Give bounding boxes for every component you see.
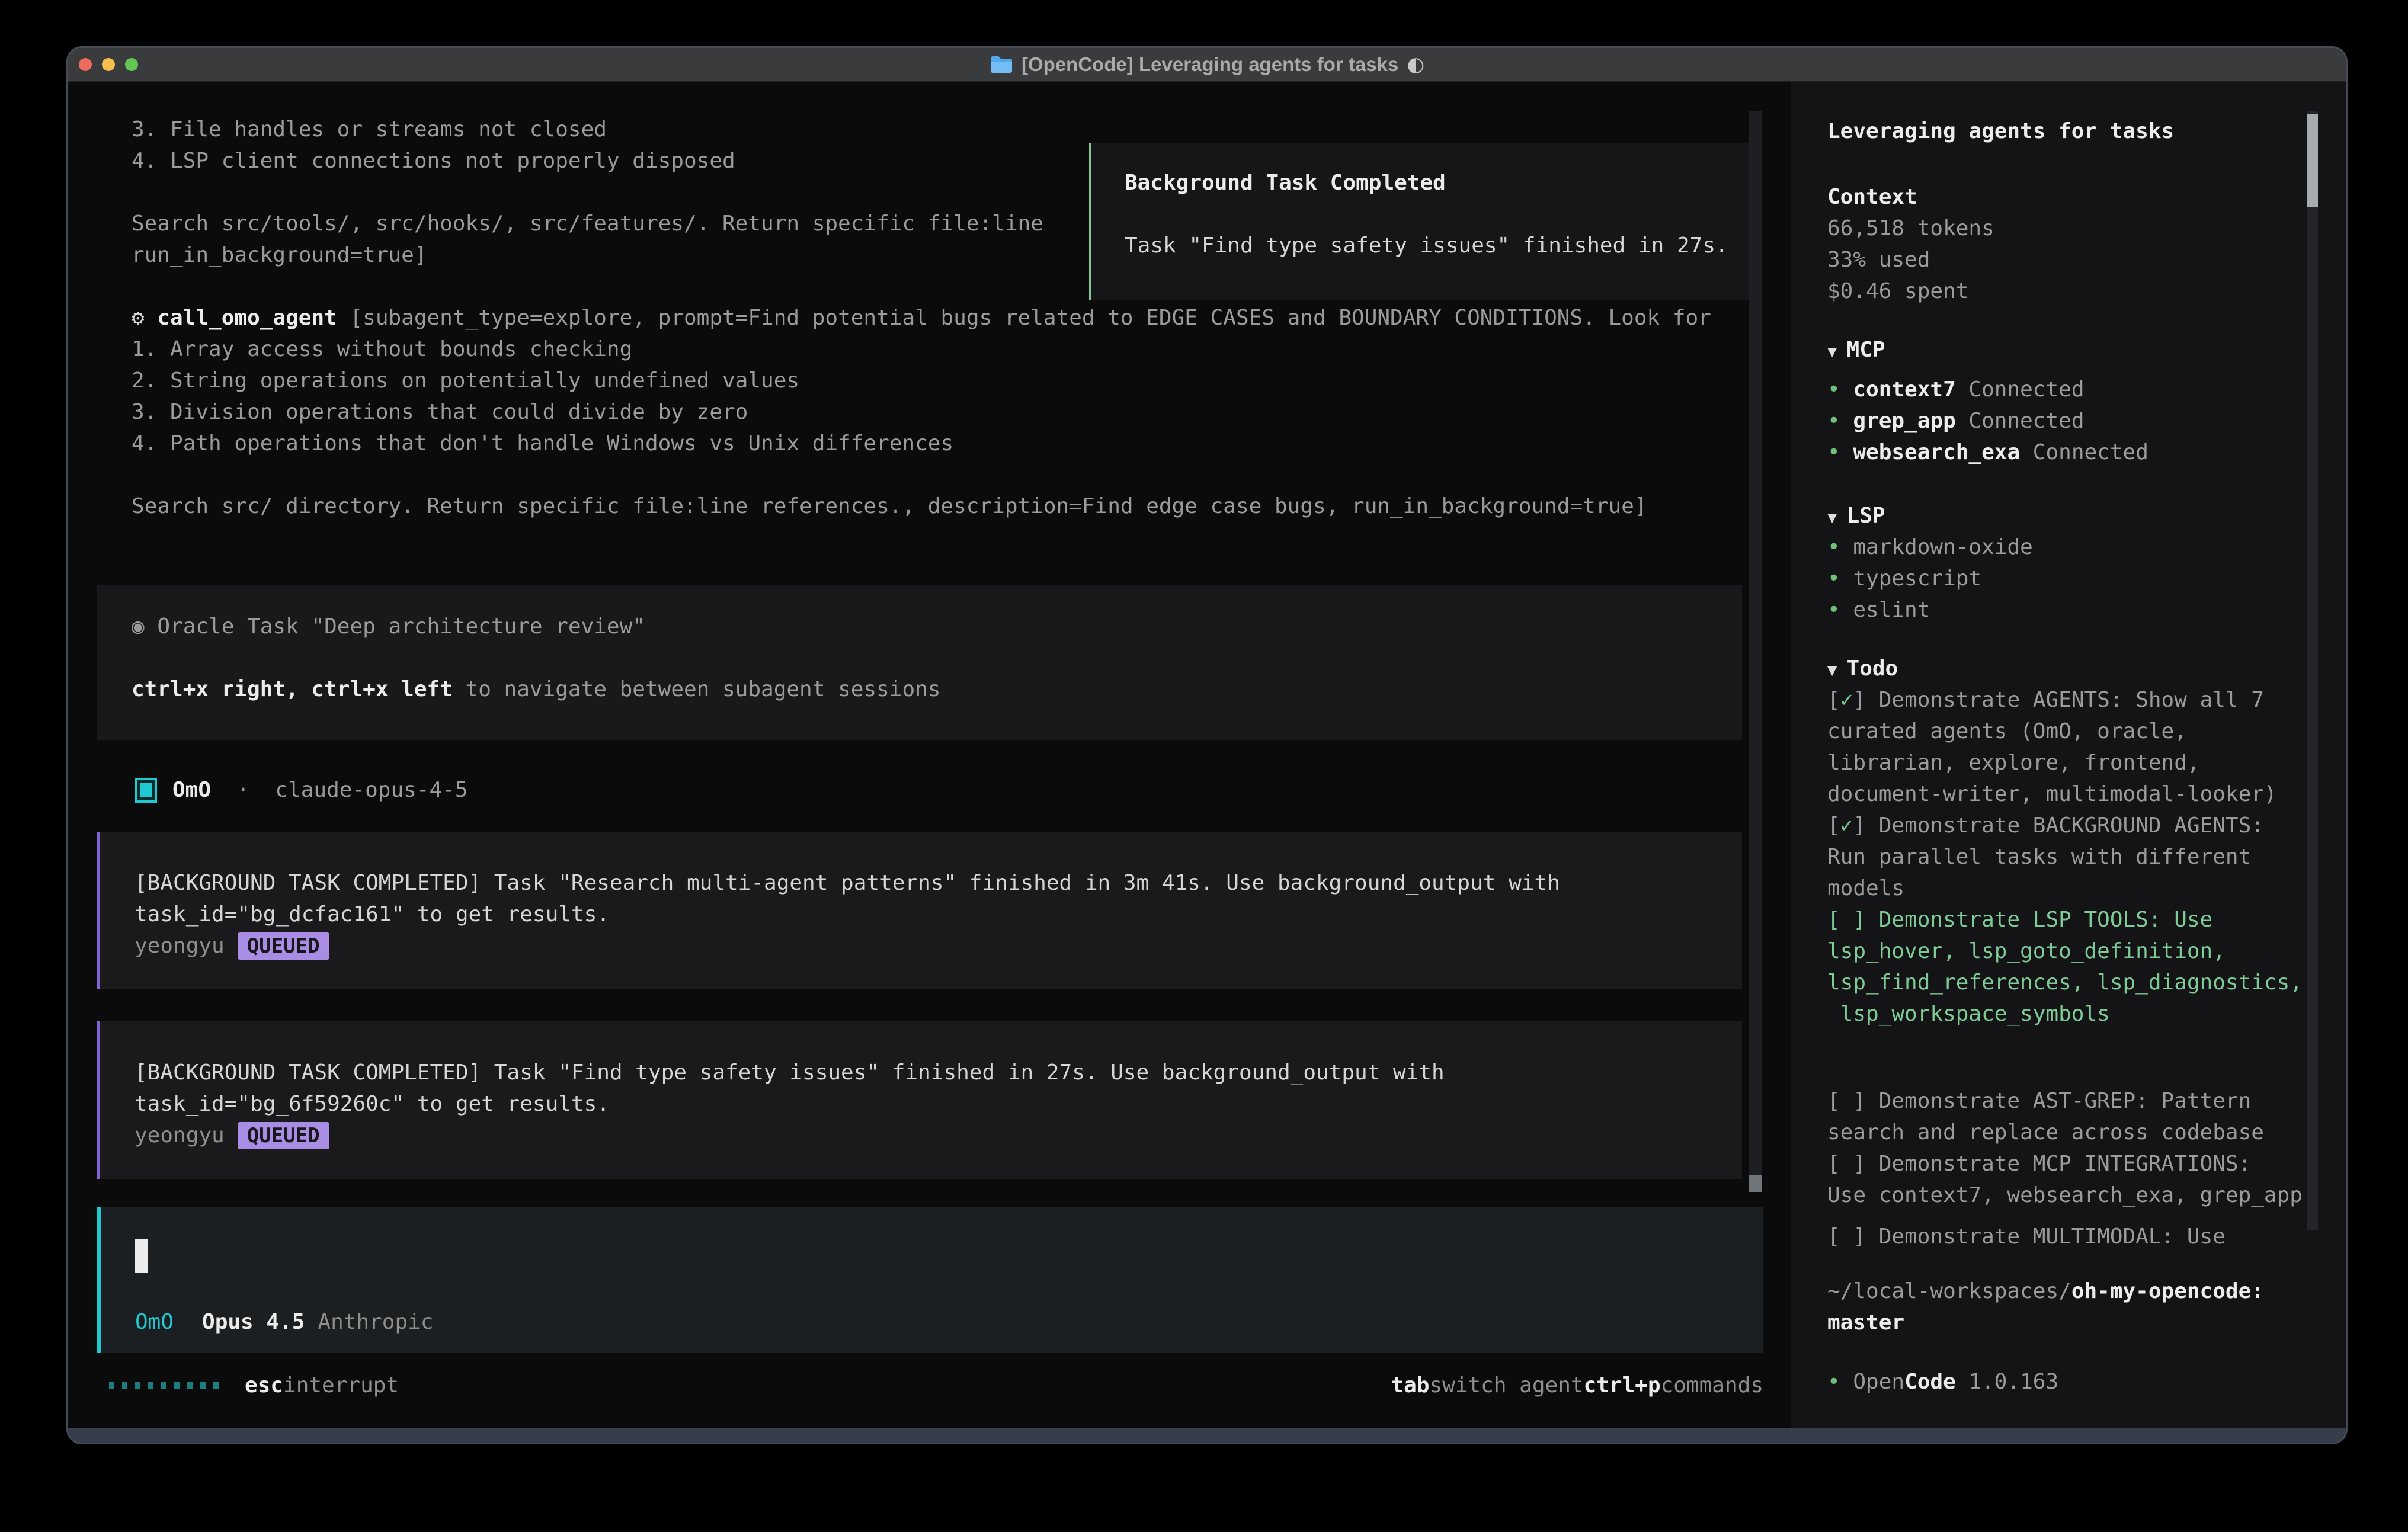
oracle-task-panel: ◉ Oracle Task "Deep architecture review"… [97,585,1742,740]
sidebar: Leveraging agents for tasks Context66,51… [1791,82,2348,1428]
agent-icon [135,778,157,803]
main-scrollbar[interactable] [1749,111,1762,1192]
activity-dot [200,1382,206,1389]
sidebar-scrollbar[interactable] [2307,111,2318,1230]
mcp-section-header[interactable]: ▼ MCP [1827,334,1885,366]
esc-key-label: interrupt [283,1373,399,1398]
agent-name: OmO [172,778,211,802]
zoom-window-button[interactable] [125,58,138,71]
activity-dot [161,1382,166,1389]
activity-dot [122,1382,127,1389]
screen: { "window": { "title": "[OpenCode] Lever… [0,0,2408,1532]
title-bar: [OpenCode] Leveraging agents for tasks ◐ [68,48,2346,82]
minimize-window-button[interactable] [102,58,115,71]
session-header: OmO · claude-opus-4-5 [135,774,468,806]
status-bar-right: tab switch agent ctrl+p commands [1391,1373,1763,1398]
lsp-section-header[interactable]: ▼ LSP [1827,500,1885,531]
context-section: Context66,518 tokens33% used$0.46 spent [1827,181,1994,307]
ctrlp-key-label: commands [1661,1373,1763,1398]
todo-list-3: [ ] Demonstrate MULTIMODAL: Use [1827,1221,2226,1252]
todo-section-header[interactable]: ▼ Todo [1827,653,1898,684]
model-row: OmO Opus 4.5 Anthropic [135,1310,434,1334]
activity-dot [148,1382,153,1389]
message-text: [BACKGROUND TASK COMPLETED] Task "Find t… [135,1057,1742,1120]
status-badge: QUEUED [238,932,329,960]
main-scrollbar-thumb[interactable] [1749,1175,1762,1192]
text-cursor [135,1239,148,1273]
activity-dot [174,1382,180,1389]
sidebar-title: Leveraging agents for tasks [1827,116,2174,147]
session-indicator-icon: ◐ [1407,53,1424,76]
ctrlp-key-hint: ctrl+p [1584,1373,1661,1398]
activity-dot [187,1382,193,1389]
message-footer: yeongyu QUEUED [135,930,1742,961]
esc-key-hint: esc [245,1373,283,1398]
traffic-lights [79,58,138,71]
tab-key-label: switch agent [1429,1373,1583,1398]
message-user: yeongyu [135,1120,225,1151]
close-window-button[interactable] [79,58,92,71]
session-title: Leveraging agents for tasks [1827,119,2174,143]
todo-list-2: [ ] Demonstrate AST-GREP: Patternsearch … [1827,1085,2303,1211]
message-background-task-2: [BACKGROUND TASK COMPLETED] Task "Find t… [97,1021,1742,1179]
activity-dot [109,1382,114,1389]
input-agent-label: OmO [135,1310,174,1334]
message-background-task-1: [BACKGROUND TASK COMPLETED] Task "Resear… [97,832,1742,989]
window-bottom-edge [68,1428,2346,1443]
lsp-items: • markdown-oxide• typescript• eslint [1827,531,2033,626]
prompt-input[interactable]: OmO Opus 4.5 Anthropic [97,1207,1763,1353]
status-bar: esc interrupt tab switch agent ctrl+p co… [109,1370,1763,1401]
activity-dot [135,1382,140,1389]
tab-key-hint: tab [1391,1373,1429,1398]
message-footer: yeongyu QUEUED [135,1120,1742,1151]
window-body: 3. File handles or streams not closed4. … [68,82,2346,1443]
activity-dot [213,1382,219,1389]
message-text: [BACKGROUND TASK COMPLETED] Task "Resear… [135,867,1742,930]
workspace-path: ~/local-workspaces/oh-my-opencode:master [1827,1275,2264,1338]
mcp-items: • context7 Connected• grep_app Connected… [1827,374,2148,468]
sidebar-scrollbar-thumb[interactable] [2307,114,2318,207]
app-window: [OpenCode] Leveraging agents for tasks ◐… [66,46,2348,1444]
window-title-text: [OpenCode] Leveraging agents for tasks [1022,53,1398,76]
input-model-label: Opus 4.5 [202,1310,305,1334]
window-title: [OpenCode] Leveraging agents for tasks ◐ [990,53,1424,76]
activity-dots [109,1382,219,1389]
background-task-toast: Background Task Completed Task "Find typ… [1089,143,1759,300]
message-user: yeongyu [135,930,225,961]
folder-icon [990,55,1013,74]
status-badge: QUEUED [238,1122,329,1149]
todo-list-1: [✓] Demonstrate AGENTS: Show all 7curate… [1827,684,2303,1030]
input-provider-label: Anthropic [318,1310,433,1334]
model-name: claude-opus-4-5 [275,778,467,802]
app-version: • OpenCode 1.0.163 [1827,1366,2058,1398]
